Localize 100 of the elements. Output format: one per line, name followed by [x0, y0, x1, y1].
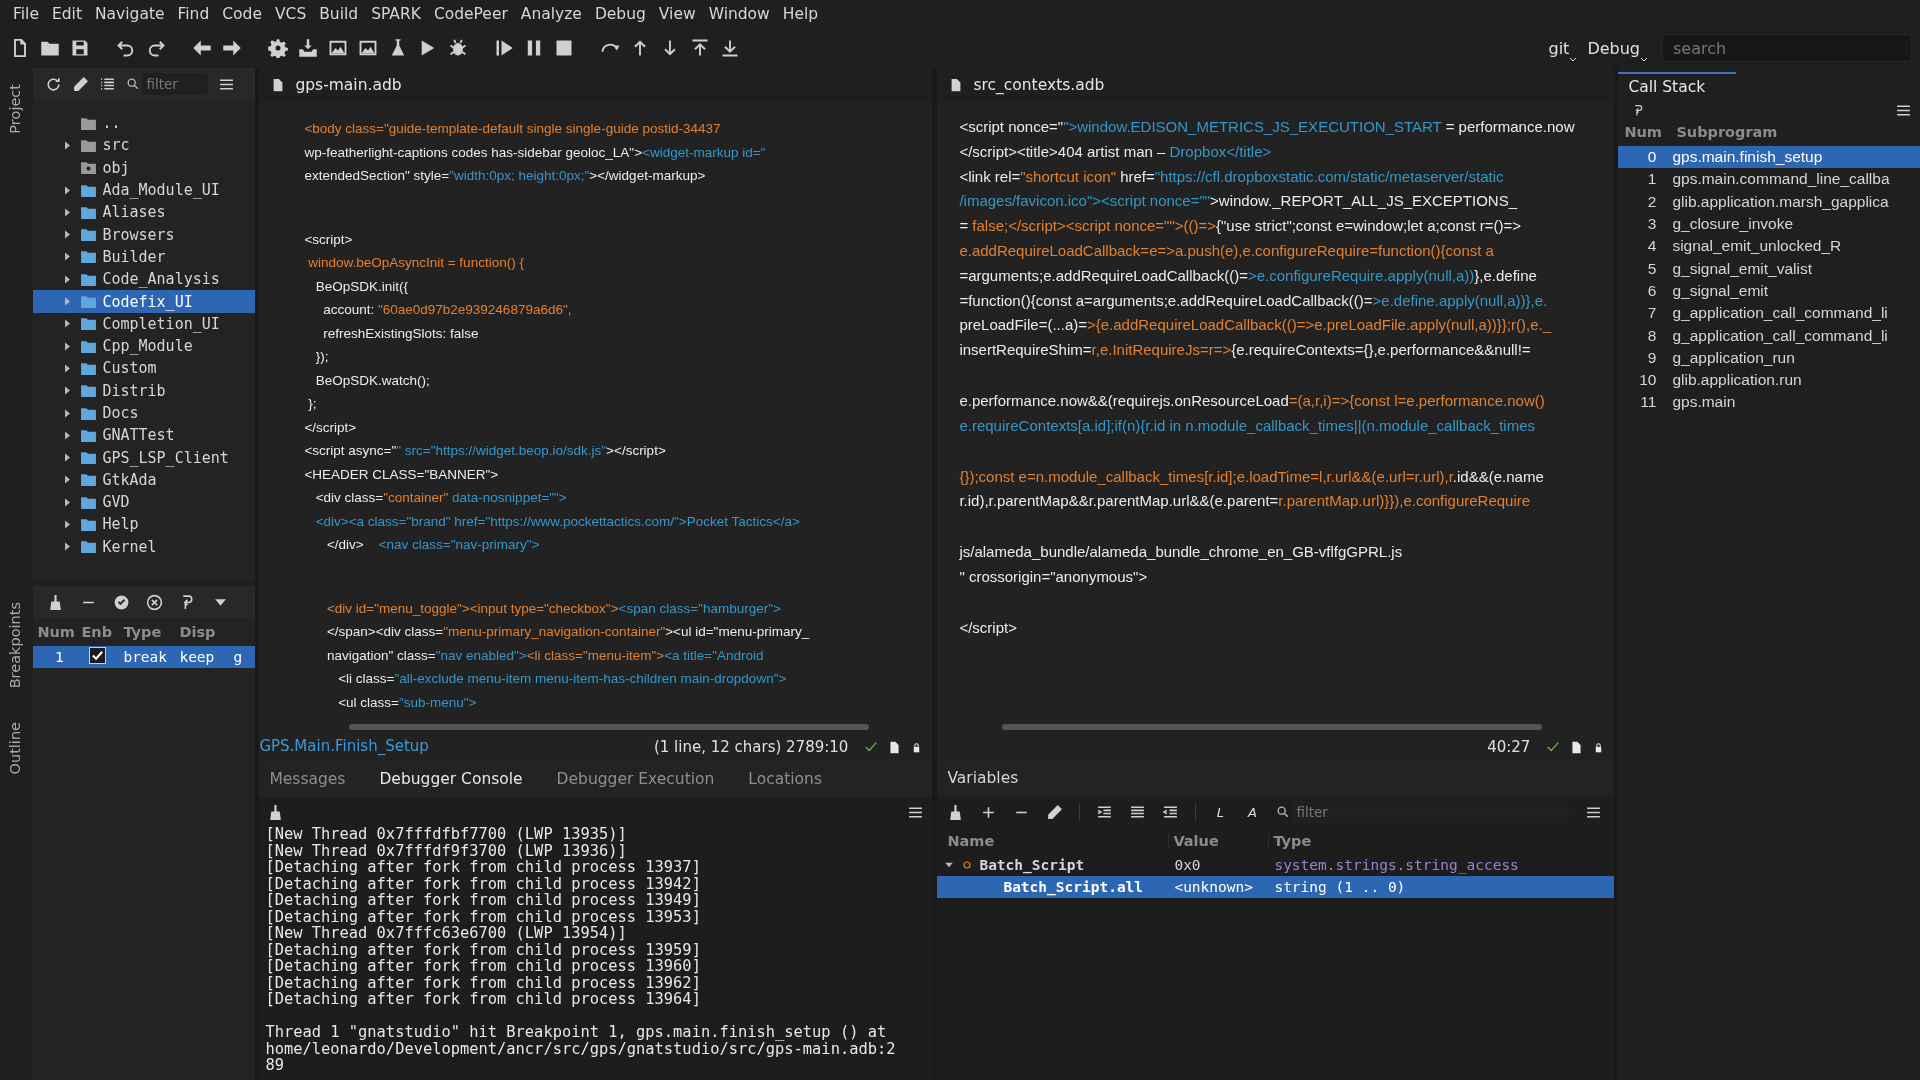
stack-frame-row[interactable]: 9 g_application_run [1618, 346, 1920, 369]
format-button[interactable]: A [1244, 804, 1261, 820]
column-header[interactable]: Name [943, 833, 1169, 849]
stack-frame-row[interactable]: 3 g_closure_invoke [1618, 212, 1920, 236]
picture-icon[interactable] [358, 38, 378, 58]
tree-item[interactable]: GVD [33, 491, 256, 514]
redo-icon[interactable] [146, 38, 166, 58]
menu-item[interactable]: VCS [269, 3, 315, 25]
scrollbar-thumb[interactable] [1002, 724, 1543, 730]
panel-tab[interactable]: Locations [748, 766, 822, 792]
tree-item[interactable]: Custom [33, 357, 256, 380]
column-header[interactable]: Num [1624, 124, 1663, 140]
tree-item[interactable]: Code_Analysis [33, 268, 256, 291]
column-header[interactable]: Subprogram [1676, 124, 1778, 140]
stack-frame-row[interactable]: 6 g_signal_emit [1618, 279, 1920, 303]
menu-item[interactable]: Build [314, 3, 367, 25]
editor-tab[interactable]: gps-main.adb [295, 76, 402, 94]
download-icon[interactable] [720, 38, 740, 58]
stack-frame-row[interactable]: 5 g_signal_emit_valist [1618, 257, 1920, 280]
stack-frame-row[interactable]: 7 g_application_call_command_li [1618, 302, 1920, 325]
tree-item[interactable]: GPS_LSP_Client [33, 446, 256, 469]
build-mode-dropdown[interactable]: Debug [1587, 38, 1648, 58]
side-tab[interactable]: Project [7, 84, 23, 134]
tree-item[interactable]: Cpp_Module [33, 334, 256, 358]
menu-item[interactable]: Edit [46, 3, 90, 25]
outdent-icon[interactable] [1162, 803, 1180, 821]
stack-frame-row[interactable]: 11 gps.main [1618, 391, 1920, 414]
menu-item[interactable]: Debug [589, 3, 654, 25]
tree-item[interactable]: GtkAda [33, 468, 256, 492]
panel-tab[interactable]: Debugger Console [379, 766, 523, 792]
indent-icon[interactable] [1096, 803, 1114, 821]
tree-item[interactable]: Ada_Module_UI [33, 178, 256, 202]
pencil-icon[interactable] [72, 75, 90, 93]
panel-tab[interactable]: Debugger Execution [556, 766, 715, 792]
search-icon[interactable] [126, 77, 141, 91]
checkbox[interactable] [89, 647, 107, 664]
menu-item[interactable]: File [8, 3, 47, 25]
stack-frame-row[interactable]: 4 signal_emit_unlocked_R [1618, 235, 1920, 258]
menu-item[interactable]: CodePeer [428, 3, 516, 25]
list-icon[interactable] [1129, 803, 1147, 821]
menu-item[interactable]: SPARK [366, 3, 429, 25]
variable-row[interactable]: Batch_Script.all <unknown> string (1 .. 0) [937, 876, 1615, 898]
breakpoint-row[interactable]: 1 break keep g [33, 646, 256, 668]
column-header[interactable]: Type [123, 624, 180, 640]
gear-icon[interactable] [268, 38, 288, 58]
search-field[interactable]: search [1662, 34, 1912, 62]
save-icon[interactable] [70, 38, 90, 58]
refresh-icon[interactable] [45, 75, 63, 93]
picture-icon[interactable] [328, 38, 348, 58]
search-icon[interactable] [1276, 805, 1291, 819]
menu-item[interactable]: Find [172, 3, 218, 25]
menu-item[interactable]: Analyze [515, 3, 590, 25]
stack-frame-row[interactable]: 10 glib.application.run [1618, 368, 1920, 392]
tree-item[interactable]: src [33, 134, 256, 157]
back-icon[interactable] [192, 38, 212, 58]
bug-icon[interactable] [448, 38, 468, 58]
tree-item[interactable]: Help [33, 513, 256, 536]
tree-item[interactable]: obj [33, 156, 256, 179]
upload-icon[interactable] [690, 38, 710, 58]
vcs-dropdown[interactable]: git [1548, 38, 1578, 58]
scope-link[interactable]: GPS.Main.Finish_Setup [259, 735, 429, 759]
caret-icon[interactable] [1569, 56, 1578, 62]
column-header[interactable]: Enb [81, 624, 124, 640]
tree-item[interactable]: Completion_UI [33, 312, 256, 335]
tree-item[interactable]: .. [33, 112, 256, 135]
format-button[interactable]: L [1212, 804, 1229, 820]
variable-row[interactable]: Batch_Script 0x0 system.strings.string_access [937, 854, 1615, 876]
stop-icon[interactable] [554, 38, 574, 58]
menu-item[interactable]: Code [217, 3, 270, 25]
side-tab[interactable]: Breakpoints [7, 602, 34, 689]
tree-item[interactable]: Docs [33, 401, 256, 425]
menu-item[interactable]: Navigate [89, 3, 173, 25]
stack-frame-row[interactable]: 0 gps.main.finish_setup [1618, 146, 1920, 169]
panel-tab[interactable]: Messages [269, 766, 346, 792]
tree-item[interactable]: Aliases [33, 201, 256, 224]
menu-item[interactable]: Window [703, 3, 778, 25]
tree-item[interactable]: Builder [33, 245, 256, 269]
stack-frame-row[interactable]: 2 glib.application.marsh_gapplica [1618, 190, 1920, 213]
tree-item[interactable]: Kernel [33, 535, 256, 558]
menu-item[interactable]: Help [777, 3, 827, 25]
tray-icon[interactable] [298, 38, 318, 58]
column-header[interactable]: Num [37, 624, 82, 640]
stack-frame-row[interactable]: 8 g_application_call_command_li [1618, 324, 1920, 347]
column-header[interactable]: Disp [179, 624, 234, 640]
side-tab[interactable]: Outline [7, 722, 34, 775]
tree-item[interactable]: GNATTest [33, 424, 256, 447]
scrollbar-thumb[interactable] [349, 724, 870, 730]
tree-item[interactable]: Codefix_UI [33, 290, 256, 313]
tree-item[interactable]: Distrib [33, 379, 256, 402]
panel-tab[interactable]: Call Stack [1618, 72, 1737, 102]
continue-icon[interactable] [494, 38, 514, 58]
pencil-icon[interactable] [1046, 803, 1064, 821]
menu-item[interactable]: View [653, 3, 704, 25]
tree-item[interactable]: Browsers [33, 223, 256, 246]
column-header[interactable]: Value [1168, 833, 1269, 849]
editor-tab[interactable]: src_contexts.adb [973, 76, 1105, 94]
list-icon[interactable] [99, 75, 117, 93]
undo-icon[interactable] [116, 38, 136, 58]
caret-icon[interactable] [1640, 56, 1648, 62]
forward-icon[interactable] [222, 38, 242, 58]
